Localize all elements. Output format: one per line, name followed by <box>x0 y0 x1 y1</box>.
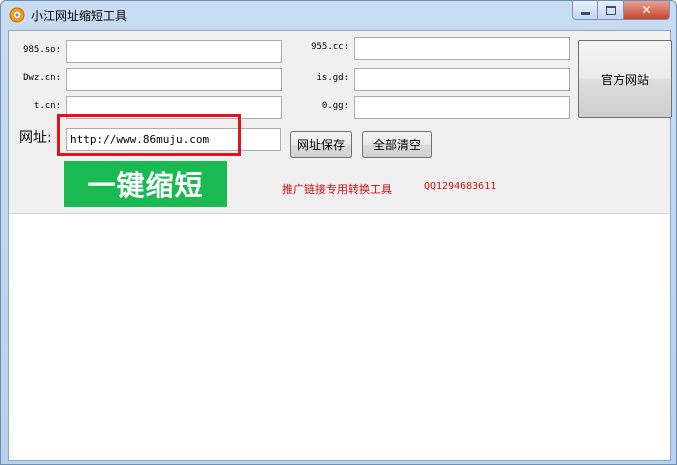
field-dwzcn[interactable] <box>66 68 282 91</box>
label-dwzcn: Dwz.cn: <box>23 73 61 83</box>
maximize-button[interactable] <box>598 1 624 20</box>
client-area: 985.so: Dwz.cn: t.cn: 955.cc: is.gd: 0.g… <box>8 30 672 461</box>
promo-text: 推广链接专用转换工具 <box>282 183 392 196</box>
highlight-frame <box>57 114 241 156</box>
promo-qq: QQ1294683611 <box>424 181 497 192</box>
label-0gg: 0.gg: <box>321 101 349 111</box>
label-985so: 985.so: <box>23 45 61 55</box>
minimize-icon <box>580 11 590 15</box>
label-955cc: 955.cc: <box>311 42 349 52</box>
close-button[interactable]: ✕ <box>624 1 670 20</box>
clear-all-button[interactable]: 全部清空 <box>362 131 432 158</box>
url-label: 网址: <box>19 130 52 146</box>
app-logo-icon <box>9 7 25 23</box>
label-isgd: is.gd: <box>316 73 349 83</box>
minimize-button[interactable] <box>572 1 598 20</box>
window-title: 小江网址缩短工具 <box>31 9 128 23</box>
output-area[interactable] <box>9 214 670 460</box>
app-window: 小江网址缩短工具 ✕ 985.so: Dwz.cn: t.cn: 955.cc: <box>0 0 677 465</box>
title-bar[interactable]: 小江网址缩短工具 ✕ <box>1 1 676 29</box>
input-panel: 985.so: Dwz.cn: t.cn: 955.cc: is.gd: 0.g… <box>9 31 672 214</box>
field-0gg[interactable] <box>354 96 570 119</box>
save-url-button[interactable]: 网址保存 <box>290 131 352 158</box>
shorten-button[interactable]: 一键缩短 <box>64 161 227 207</box>
field-isgd[interactable] <box>354 68 570 91</box>
caption-buttons: ✕ <box>572 1 670 21</box>
field-985so[interactable] <box>66 40 282 63</box>
official-site-button[interactable]: 官方网站 <box>578 40 672 118</box>
maximize-icon <box>605 5 616 15</box>
close-icon: ✕ <box>641 3 652 17</box>
label-tcn: t.cn: <box>33 101 61 111</box>
field-955cc[interactable] <box>354 37 570 60</box>
